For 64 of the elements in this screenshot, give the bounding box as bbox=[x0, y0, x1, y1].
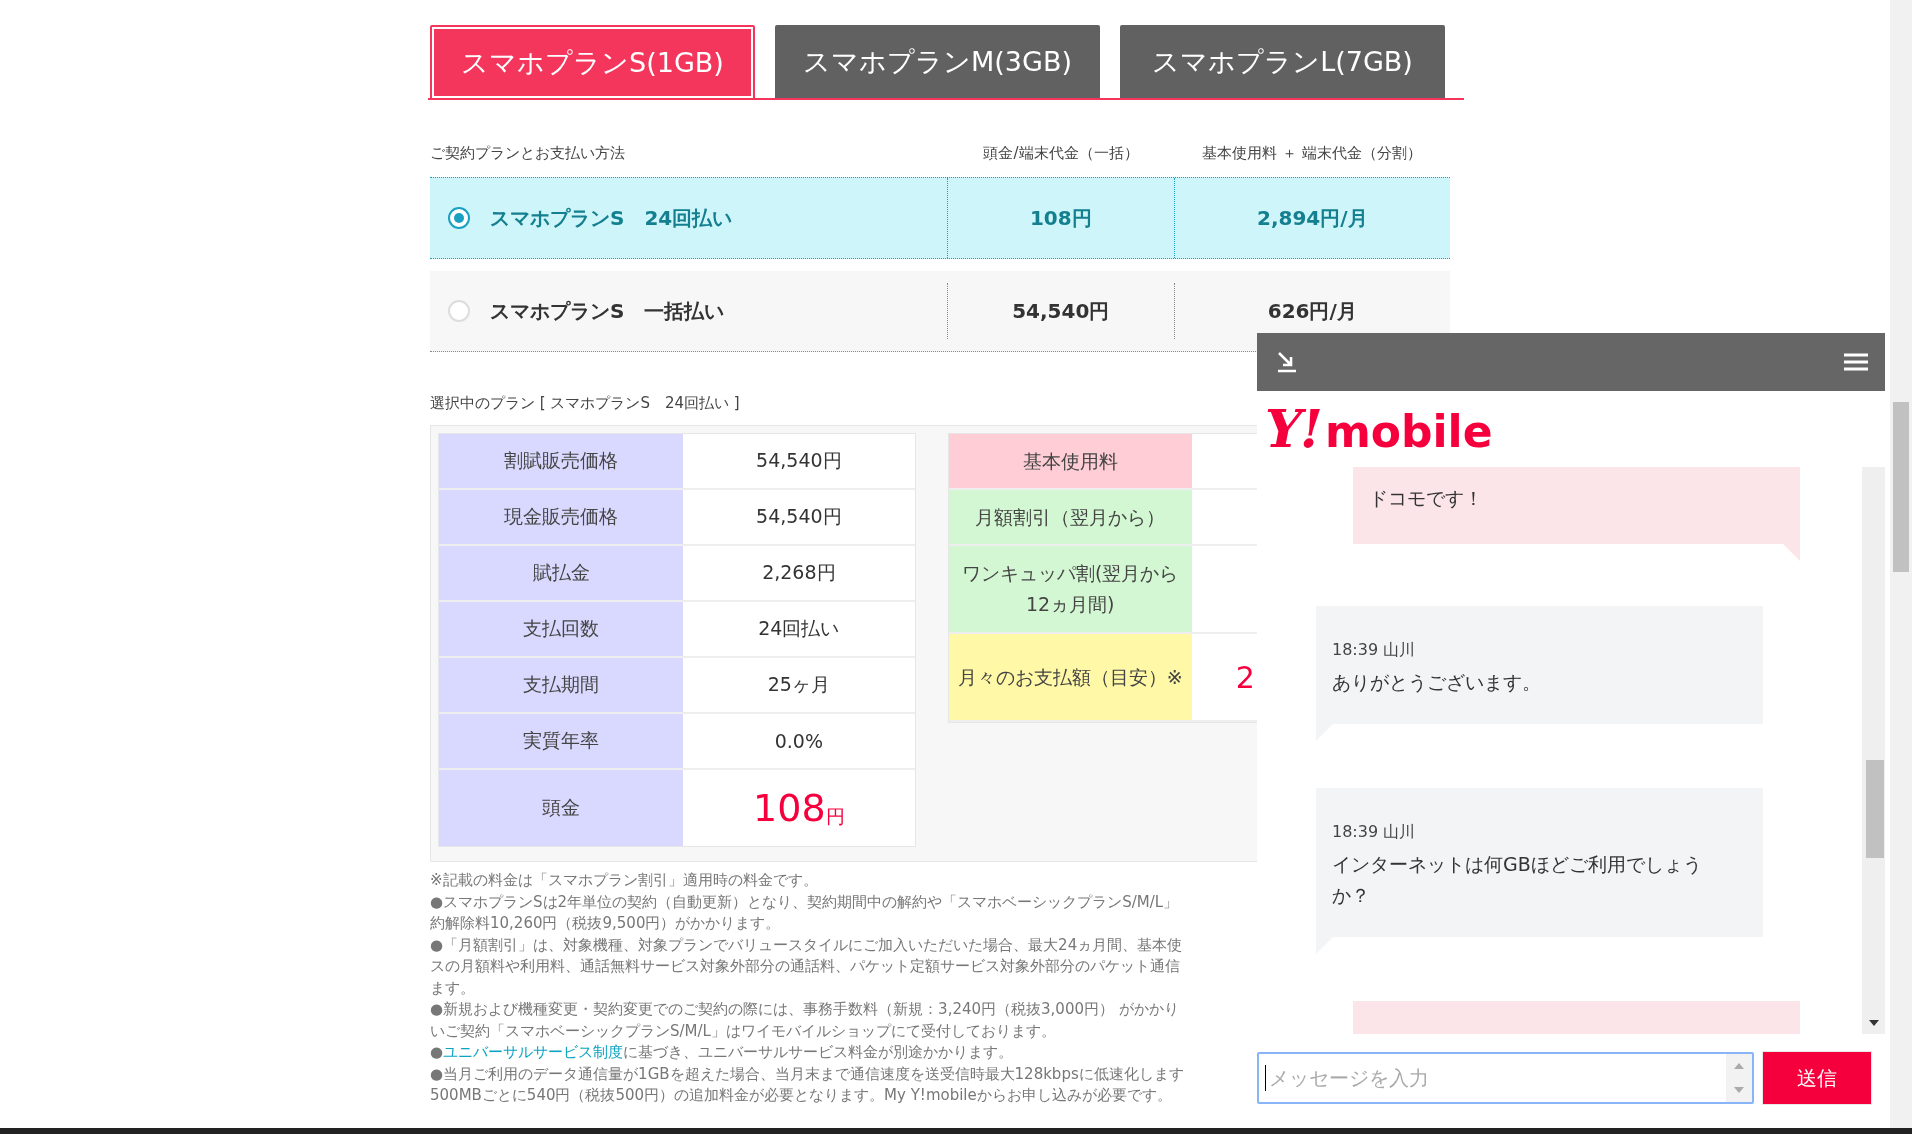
scrollbar-thumb[interactable] bbox=[1866, 760, 1884, 858]
message-meta: 18:39 山川 bbox=[1332, 640, 1417, 661]
plan-option-row[interactable]: スマホプランS 一括払い 54,540円 626円/月 bbox=[430, 271, 1450, 352]
table-cell-text: 24回払い bbox=[757, 616, 841, 641]
down-payment: 54,540円 bbox=[1012, 297, 1110, 325]
table-cell: 頭金 bbox=[439, 770, 683, 846]
message-meta: 18:39 山川 bbox=[1332, 822, 1417, 843]
column-header: 基本使用料 ＋ 端末代金（分割） bbox=[1201, 144, 1423, 163]
plan-name: スマホプランS 一括払い bbox=[490, 297, 725, 325]
scrollbar-thumb[interactable] bbox=[1893, 402, 1909, 572]
table-cell: 現金販売価格 bbox=[439, 490, 683, 544]
universal-service-link[interactable]: ユニバーサルサービス制度 bbox=[443, 1043, 624, 1061]
up-arrow-icon[interactable] bbox=[1734, 1063, 1744, 1069]
note-text: スの月額料や利用料、通話無料サービス対象外部分の通話料、パケット定額サービス対象外部分のパケット通信 bbox=[430, 956, 1180, 977]
message-text: ありがとうございます。 bbox=[1332, 670, 1542, 695]
send-button[interactable]: 送信 bbox=[1762, 1051, 1872, 1105]
plan-option-row[interactable]: スマホプランS 24回払い 108円 2,894円/月 bbox=[430, 177, 1450, 259]
plan-tab[interactable]: スマホプランL(7GB) bbox=[1120, 25, 1445, 98]
menu-icon[interactable] bbox=[1844, 352, 1868, 372]
table-cell-text: 54,540円 bbox=[755, 448, 843, 473]
plan-name: スマホプランS 24回払い bbox=[490, 204, 733, 232]
brand-logo: Y!mobile bbox=[1265, 403, 1493, 455]
minimize-arrow-icon[interactable] bbox=[1275, 350, 1299, 374]
down-arrow-icon[interactable] bbox=[1734, 1087, 1744, 1093]
radio-button[interactable] bbox=[448, 207, 470, 229]
scroll-down-icon[interactable] bbox=[1869, 1020, 1879, 1026]
down-payment: 108円 bbox=[1029, 204, 1092, 232]
scrollbar[interactable] bbox=[1862, 467, 1885, 1034]
scrollbar[interactable] bbox=[1890, 0, 1912, 1128]
table-cell: 支払期間 bbox=[439, 658, 683, 712]
table-cell: 2 bbox=[1235, 659, 1255, 695]
table-cell-text: 54,540円 bbox=[755, 504, 843, 529]
plan-tab[interactable]: スマホプランM(3GB) bbox=[775, 25, 1100, 98]
message-text: インターネットは何GBほどご利用でしょうか？ bbox=[1332, 852, 1703, 908]
table-cell-text: 2,268円 bbox=[761, 560, 837, 585]
note-text: 500MBごとに540円（税抜500円）の追加料金が必要となります。My Y!mobileからお申し込みが必要です。 bbox=[430, 1085, 1172, 1106]
column-header: ご契約プランとお支払い方法 bbox=[430, 144, 626, 163]
table-cell: 支払回数 bbox=[439, 602, 683, 656]
note-text: ●新規および機種変更・契約変更でのご契約の際には、事務手数料（新規：3,240円（税抜3,000円） がかかり bbox=[430, 999, 1179, 1020]
table-cell: 月額割引（翌月から） bbox=[948, 490, 1192, 544]
table-cell: 実質年率 bbox=[439, 714, 683, 768]
selected-plan-label: 選択中のプラン [ スマホプランS 24回払い ] bbox=[429, 393, 741, 414]
note-text: ます。 bbox=[430, 977, 475, 999]
table-cell: 月々のお支払額（目安）※ bbox=[948, 634, 1192, 720]
table-cell-text: 0.0% bbox=[773, 729, 824, 754]
note-text: いご契約「スマホベーシックプランS/M/L」はワイモバイルショップにて受付しております。 bbox=[430, 1020, 1056, 1042]
note-text: ●ユニバーサルサービス制度に基づき、ユニバーサルサービス料金が別途かかります。 bbox=[430, 1042, 1014, 1063]
table-cell-text: 25ヶ月 bbox=[766, 672, 831, 697]
note-text: ●「月額割引」は、対象機種、対象プランでバリュースタイルにご加入いただいた場合、最大24ヵ月間、基本使 bbox=[430, 934, 1183, 956]
message-input[interactable]: メッセージを入力 bbox=[1257, 1052, 1754, 1104]
plan-tab[interactable]: スマホプランS(1GB) bbox=[430, 25, 755, 100]
monthly-price: 626円/月 bbox=[1267, 297, 1357, 325]
note-text: ●スマホプランSは2年単位の契約（自動更新）となり、契約期間中の解約や「スマホベーシックプランS/M/L」 bbox=[430, 891, 1179, 913]
note-text: ※記載の料金は「スマホプラン割引」適用時の料金です。 bbox=[430, 870, 818, 891]
table-cell: 賦払金 bbox=[439, 546, 683, 600]
table-cell: 基本使用料 bbox=[948, 434, 1192, 488]
message-text: ドコモです！ bbox=[1369, 486, 1484, 511]
monthly-price: 2,894円/月 bbox=[1257, 204, 1368, 232]
column-header: 頭金/端末代金（一括） bbox=[982, 144, 1140, 163]
note-text: 約解除料10,260円（税抜9,500円）がかかります。 bbox=[430, 913, 781, 934]
table-cell-text: 108 円 bbox=[752, 785, 846, 832]
table-cell: ワンキュッパ割(翌月から12ヵ月間) bbox=[948, 546, 1192, 632]
note-text: ●当月ご利用のデータ通信量が1GBを超えた場合、当月末まで通信速度を送受信時最大128kbpsに低速化します bbox=[430, 1063, 1184, 1085]
table-cell: 割賦販売価格 bbox=[439, 434, 683, 488]
